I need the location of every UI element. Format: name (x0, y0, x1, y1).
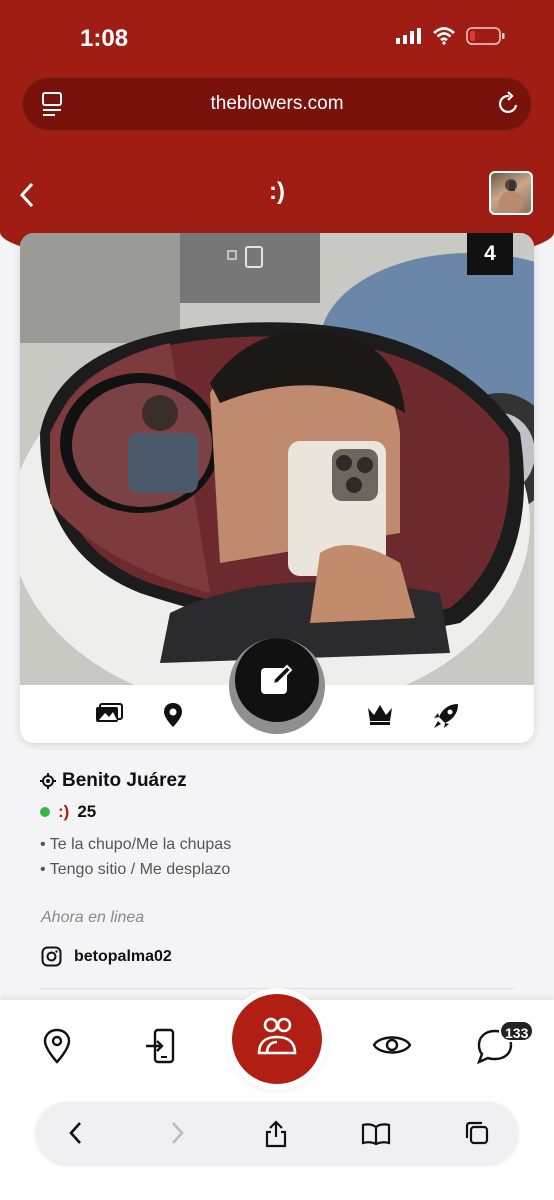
crown-icon[interactable] (366, 702, 394, 726)
url-bar[interactable]: theblowers.com (22, 77, 532, 131)
location-pin-icon[interactable] (163, 702, 183, 728)
smiley-label: :) (58, 802, 70, 821)
bookmarks-icon[interactable] (361, 1122, 391, 1146)
location-name: Benito Juárez (62, 770, 187, 791)
mirror-selfie-photo (20, 233, 534, 685)
status-bar: 1:08 (0, 0, 554, 76)
instagram-handle[interactable]: betopalma02 (74, 948, 172, 966)
crosshair-icon (40, 773, 56, 789)
online-status-dot (40, 807, 50, 817)
edit-profile-button[interactable] (235, 638, 319, 722)
photo-count-badge: 4 (467, 233, 513, 275)
map-pin-icon[interactable] (42, 1028, 72, 1064)
photos-icon[interactable] (95, 702, 123, 724)
profile-info: Benito Juárez :) 25 • Te la chupo/Me la … (40, 770, 514, 882)
divider (40, 988, 514, 989)
wifi-icon (433, 27, 455, 45)
people-button[interactable] (232, 994, 322, 1084)
tabs-icon[interactable] (464, 1120, 490, 1146)
edit-icon (261, 664, 293, 694)
url-text[interactable]: theblowers.com (22, 93, 532, 115)
browser-back-icon[interactable] (66, 1120, 84, 1146)
instagram-link[interactable]: betopalma02 (41, 946, 172, 967)
signal-icon (396, 28, 421, 44)
share-icon[interactable] (264, 1120, 288, 1148)
profile-bullet: • Tengo sitio / Me desplazo (40, 861, 231, 878)
profile-photo[interactable]: 4 (20, 233, 534, 685)
battery-icon (466, 27, 505, 45)
rocket-icon[interactable] (432, 702, 460, 730)
people-icon (257, 1017, 297, 1055)
reload-icon[interactable] (497, 91, 521, 117)
profile-bullet: • Te la chupo/Me la chupas (40, 836, 232, 853)
status-time: 1:08 (80, 25, 129, 52)
page-title: :) (269, 178, 285, 205)
eye-icon[interactable] (372, 1032, 412, 1058)
profile-nav: :) (0, 160, 554, 230)
profile-avatar-thumbnail[interactable] (489, 171, 533, 215)
instagram-icon (41, 946, 62, 967)
safari-toolbar (36, 1102, 518, 1164)
phone-login-icon[interactable] (145, 1028, 177, 1064)
messages-badge: 133 (499, 1020, 535, 1042)
bottom-tab-bar: 133 (0, 994, 554, 1200)
browser-forward-icon[interactable] (169, 1120, 187, 1146)
online-status-text: Ahora en linea (41, 909, 145, 926)
age-value: 25 (77, 802, 97, 821)
